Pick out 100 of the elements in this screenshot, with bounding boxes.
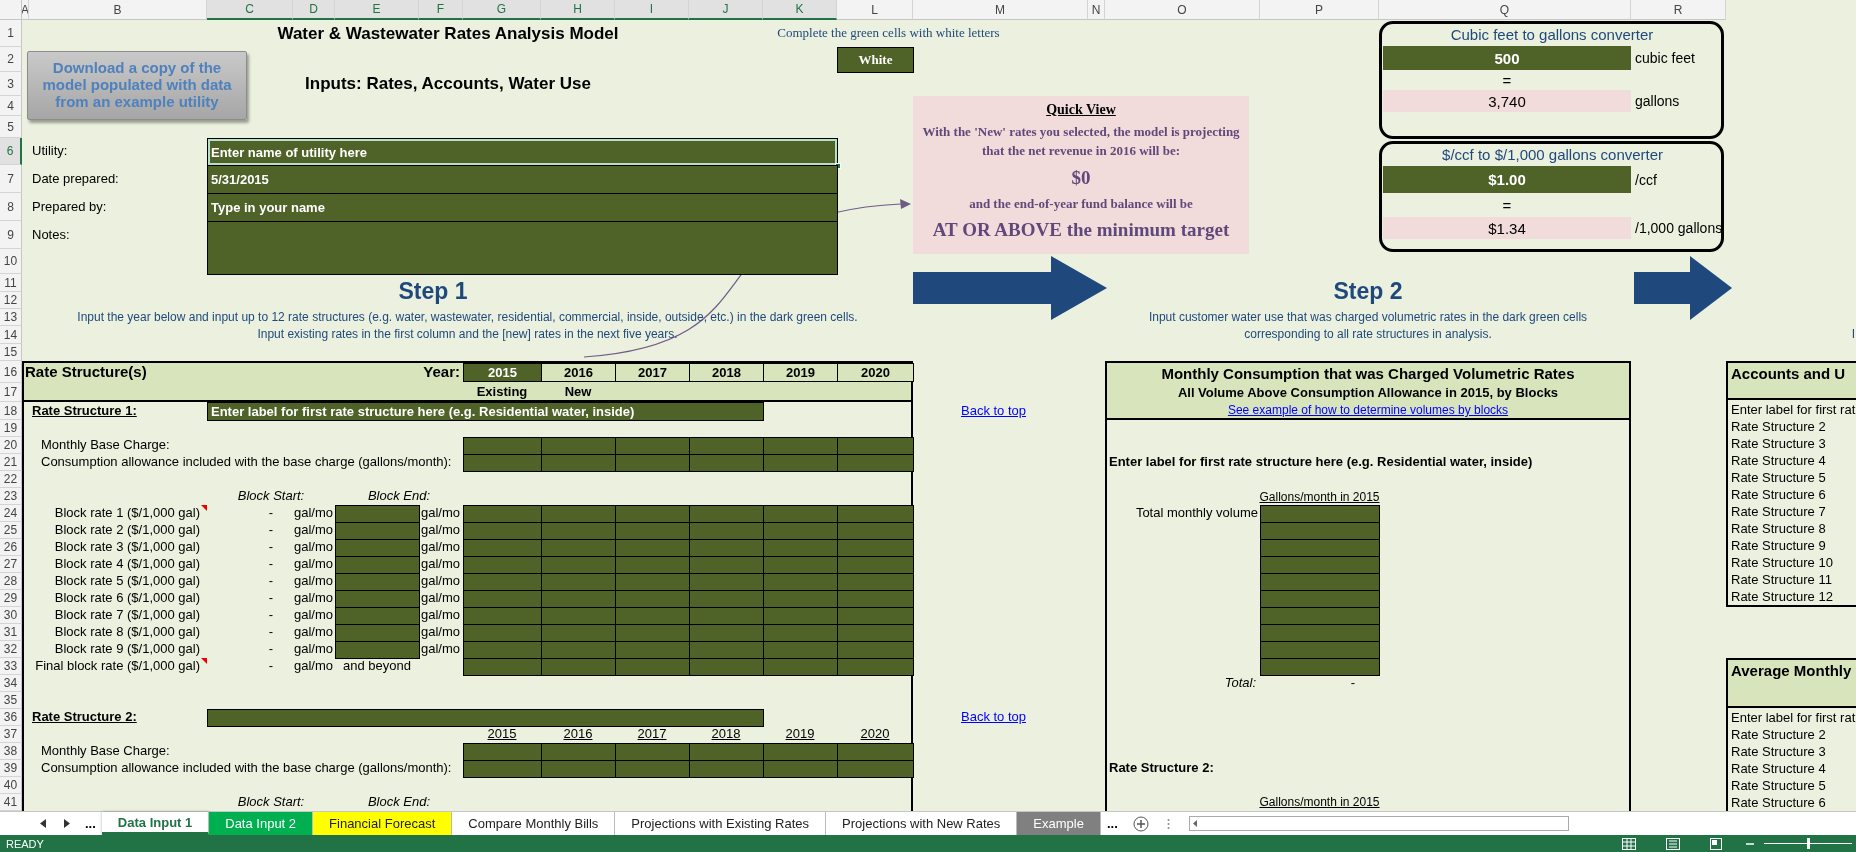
input-cell[interactable]	[541, 505, 616, 523]
input-cell[interactable]	[335, 556, 420, 574]
input-cell[interactable]	[689, 590, 764, 608]
input-cell[interactable]	[689, 437, 764, 455]
input-cell[interactable]	[615, 505, 690, 523]
input-cell[interactable]	[335, 573, 420, 591]
column-header[interactable]: N	[1088, 0, 1105, 20]
row-header[interactable]: 32	[0, 641, 22, 658]
column-header[interactable]: C	[207, 0, 293, 20]
column-header[interactable]: M	[913, 0, 1088, 20]
row-header[interactable]: 4	[0, 96, 22, 116]
row-header[interactable]: 25	[0, 522, 22, 539]
row-header[interactable]: 21	[0, 454, 22, 471]
comment-marker[interactable]	[201, 658, 207, 664]
input-cell[interactable]	[837, 505, 914, 523]
input-cell[interactable]	[615, 573, 690, 591]
row-header[interactable]: 7	[0, 165, 22, 193]
input-cell[interactable]	[335, 641, 420, 659]
input-cell[interactable]	[463, 658, 542, 676]
input-cell[interactable]	[689, 556, 764, 574]
input-cell[interactable]	[463, 624, 542, 642]
input-cell[interactable]	[1260, 590, 1380, 608]
normal-view-icon[interactable]	[1622, 837, 1636, 850]
column-header[interactable]: B	[29, 0, 207, 20]
column-header[interactable]: F	[419, 0, 463, 20]
input-cell[interactable]	[1260, 522, 1380, 540]
input-cell[interactable]	[463, 573, 542, 591]
sheet-tab[interactable]: Financial Forecast	[313, 812, 453, 835]
row-header[interactable]: 40	[0, 777, 22, 794]
input-cell[interactable]	[615, 641, 690, 659]
row-header[interactable]: 33	[0, 658, 22, 675]
input-cell[interactable]	[335, 539, 420, 557]
input-cell[interactable]	[689, 505, 764, 523]
input-cell[interactable]	[837, 522, 914, 540]
row-header[interactable]: 36	[0, 709, 22, 726]
input-cell[interactable]	[763, 624, 838, 642]
input-cell[interactable]	[615, 624, 690, 642]
input-cell[interactable]	[335, 607, 420, 625]
input-cell[interactable]	[615, 437, 690, 455]
row-header[interactable]: 8	[0, 193, 22, 221]
input-cell[interactable]	[615, 454, 690, 472]
input-cell[interactable]	[541, 760, 616, 778]
input-field[interactable]: $1.00	[1383, 166, 1631, 193]
input-field[interactable]	[207, 709, 764, 727]
row-header[interactable]: 41	[0, 794, 22, 811]
input-cell[interactable]	[763, 607, 838, 625]
row-header[interactable]: 34	[0, 675, 22, 692]
input-cell[interactable]	[837, 454, 914, 472]
row-header[interactable]: 35	[0, 692, 22, 709]
sheet-tab[interactable]: Data Input 1	[101, 812, 210, 835]
input-cell[interactable]	[1260, 658, 1380, 676]
input-cell[interactable]	[541, 556, 616, 574]
input-cell[interactable]	[837, 760, 914, 778]
column-header[interactable]: J	[689, 0, 763, 20]
row-header[interactable]: 3	[0, 72, 22, 96]
row-header[interactable]: 11	[0, 274, 22, 292]
row-header[interactable]: 14	[0, 326, 22, 344]
input-cell[interactable]	[763, 573, 838, 591]
row-header[interactable]: 38	[0, 743, 22, 760]
input-cell[interactable]	[541, 454, 616, 472]
input-cell[interactable]	[763, 590, 838, 608]
row-header[interactable]: 17	[0, 383, 22, 402]
column-header[interactable]: R	[1631, 0, 1726, 20]
column-header[interactable]: E	[335, 0, 419, 20]
input-field[interactable]: Enter name of utility here	[207, 138, 838, 166]
row-header[interactable]: 18	[0, 402, 22, 420]
column-header[interactable]: H	[541, 0, 615, 20]
slider-thumb[interactable]	[1807, 838, 1810, 849]
input-cell[interactable]	[541, 658, 616, 676]
column-header[interactable]: O	[1105, 0, 1260, 20]
row-header[interactable]: 1	[0, 20, 22, 47]
input-cell[interactable]	[689, 743, 764, 761]
input-cell[interactable]	[1260, 573, 1380, 591]
input-cell[interactable]	[689, 573, 764, 591]
more-tabs-button[interactable]: ...	[79, 812, 102, 835]
input-cell[interactable]	[837, 590, 914, 608]
input-cell[interactable]	[763, 743, 838, 761]
input-cell[interactable]	[1260, 556, 1380, 574]
input-cell[interactable]	[615, 539, 690, 557]
input-cell[interactable]	[463, 539, 542, 557]
input-field[interactable]	[207, 221, 838, 275]
row-header[interactable]: 5	[0, 116, 22, 138]
input-cell[interactable]	[763, 437, 838, 455]
row-header[interactable]: 26	[0, 539, 22, 556]
row-header[interactable]: 15	[0, 344, 22, 361]
input-cell[interactable]	[463, 522, 542, 540]
input-cell[interactable]	[763, 539, 838, 557]
column-header[interactable]: D	[293, 0, 335, 20]
input-field[interactable]: Type in your name	[207, 193, 838, 222]
row-header[interactable]: 29	[0, 590, 22, 607]
scroll-left-icon[interactable]	[40, 819, 46, 828]
input-cell[interactable]	[541, 641, 616, 659]
comment-marker[interactable]	[201, 505, 207, 511]
input-cell[interactable]	[463, 437, 542, 455]
row-header[interactable]: 13	[0, 309, 22, 326]
input-cell[interactable]	[463, 556, 542, 574]
input-cell[interactable]	[541, 437, 616, 455]
row-header[interactable]: 39	[0, 760, 22, 777]
input-cell[interactable]	[689, 641, 764, 659]
row-header[interactable]: 16	[0, 361, 22, 383]
